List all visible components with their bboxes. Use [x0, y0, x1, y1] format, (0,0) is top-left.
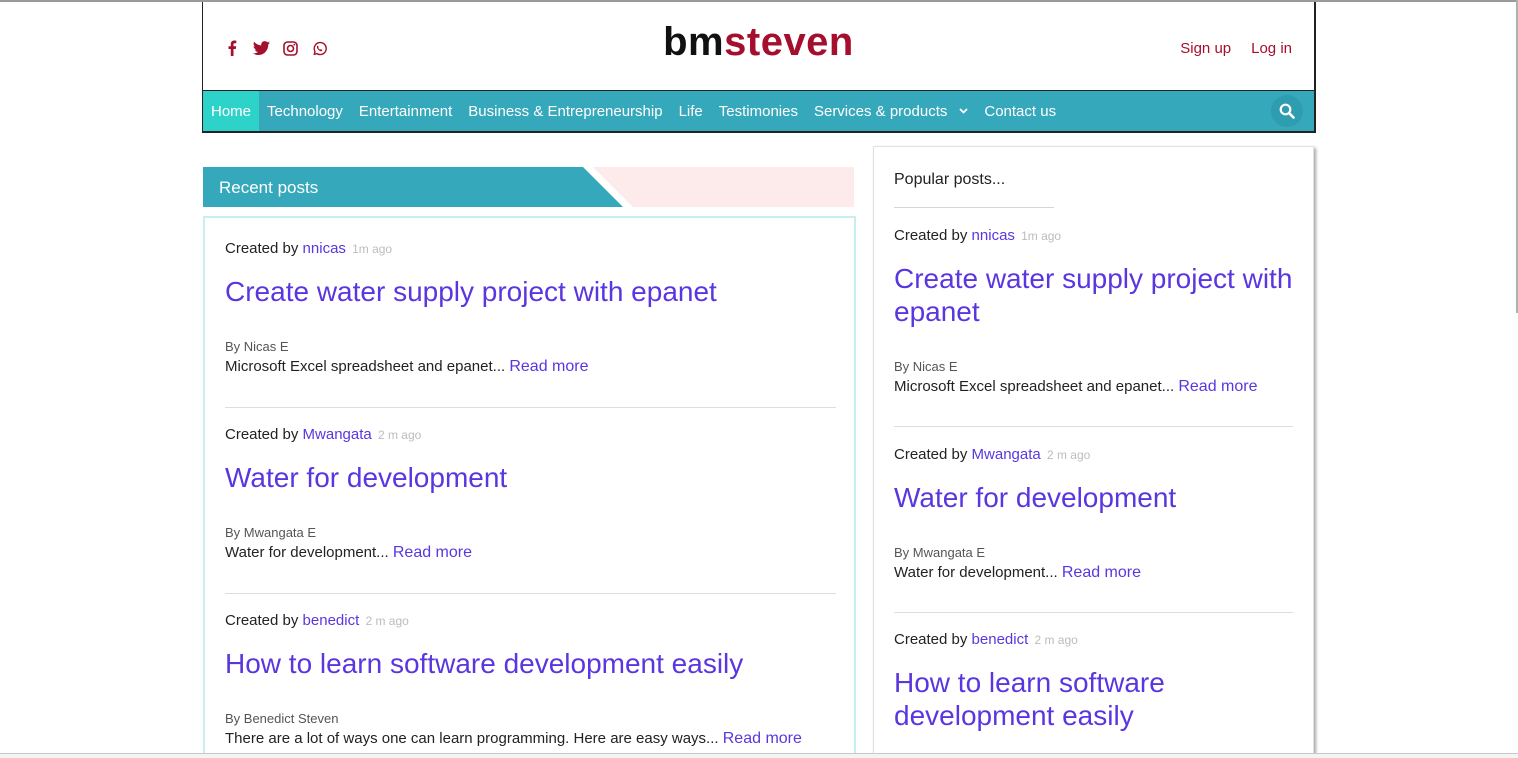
nav-business[interactable]: Business & Entrepreneurship [460, 91, 670, 131]
post-excerpt: Water for development... Read more [894, 564, 1293, 582]
recent-posts-title: Recent posts [219, 178, 319, 197]
post-byline: By Mwangata E [894, 545, 986, 560]
read-more-link[interactable]: Read more [393, 544, 472, 561]
signup-link[interactable]: Sign up [1180, 40, 1231, 57]
post-excerpt-text: Water for development... [225, 544, 389, 561]
author-link[interactable]: nnicas [303, 240, 346, 257]
post-byline: By Nicas E [894, 359, 958, 374]
post-meta: Created by Mwangata 2 m ago [225, 426, 836, 443]
login-link[interactable]: Log in [1251, 40, 1292, 57]
created-by-label: Created by [225, 612, 299, 629]
nav-testimonies[interactable]: Testimonies [711, 91, 806, 131]
recent-posts-header: Recent posts [203, 167, 854, 207]
post-divider [225, 593, 836, 594]
search-icon [1279, 103, 1295, 119]
main-navbar: Home Technology Entertainment Business &… [202, 90, 1316, 133]
nav-services-label: Services & products [813, 102, 948, 120]
author-link[interactable]: benedict [303, 612, 360, 629]
author-link[interactable]: Mwangata [303, 426, 372, 443]
auth-links: Sign up Log in [1180, 40, 1292, 57]
read-more-link[interactable]: Read more [509, 358, 588, 375]
post-time: 2 m ago [1034, 633, 1078, 647]
post-byline: By Benedict Steven [225, 711, 339, 726]
post-excerpt-text: Microsoft Excel spreadsheet and epanet..… [225, 358, 506, 375]
post-title-link[interactable]: Water for development [894, 481, 1293, 514]
read-more-link[interactable]: Read more [1062, 564, 1141, 581]
post-time: 1m ago [352, 242, 393, 256]
created-by-label: Created by [225, 240, 299, 257]
nav-contact[interactable]: Contact us [976, 91, 1064, 131]
popular-post-1: Created by nnicas 1m ago Create water su… [894, 227, 1293, 396]
author-link[interactable]: benedict [972, 631, 1029, 648]
post-meta: Created by nnicas 1m ago [225, 240, 836, 257]
below-viewport-area [0, 754, 1518, 758]
popular-title-underline [894, 207, 1054, 208]
post-byline: By Mwangata E [225, 525, 317, 540]
logo-part-bm: bm [663, 20, 725, 64]
recent-post-2: Created by Mwangata 2 m ago Water for de… [225, 426, 836, 562]
site-container: bmsteven Sign up Log in Home Technology … [202, 2, 1316, 133]
post-title-link[interactable]: Water for development [225, 461, 836, 494]
author-link[interactable]: nnicas [972, 227, 1015, 244]
post-title-link[interactable]: How to learn software development easily [894, 666, 1293, 732]
post-time: 2 m ago [365, 614, 409, 628]
read-more-link[interactable]: Read more [723, 730, 802, 747]
post-divider [894, 612, 1293, 613]
recent-post-1: Created by nnicas 1m ago Create water su… [225, 240, 836, 376]
post-meta: Created by nnicas 1m ago [894, 227, 1293, 244]
nav-technology[interactable]: Technology [259, 91, 351, 131]
popular-posts-title: Popular posts... [894, 171, 1006, 188]
search-button[interactable] [1271, 95, 1303, 127]
site-header: bmsteven Sign up Log in [202, 2, 1316, 90]
post-time: 1m ago [1021, 229, 1062, 243]
chevron-down-icon [959, 108, 968, 114]
site-logo[interactable]: bmsteven [203, 20, 1314, 65]
created-by-label: Created by [225, 426, 299, 443]
popular-posts-panel: Popular posts... Created by nnicas 1m ag… [873, 146, 1314, 758]
nav-services-dropdown[interactable]: Services & products [806, 91, 976, 131]
popular-post-3: Created by benedict 2 m ago How to learn… [894, 631, 1293, 732]
logo-part-steven: steven [724, 20, 854, 64]
post-title-link[interactable]: How to learn software development easily [225, 647, 836, 680]
post-meta: Created by Mwangata 2 m ago [894, 446, 1293, 463]
post-excerpt-text: Microsoft Excel spreadsheet and epanet..… [894, 378, 1175, 395]
popular-post-2: Created by Mwangata 2 m ago Water for de… [894, 446, 1293, 582]
post-time: 2 m ago [1046, 448, 1091, 462]
created-by-label: Created by [894, 227, 968, 244]
post-excerpt: Water for development... Read more [225, 544, 836, 562]
post-excerpt: Microsoft Excel spreadsheet and epanet..… [225, 358, 836, 376]
post-title-link[interactable]: Create water supply project with epanet [225, 275, 836, 308]
recent-post-3: Created by benedict 2 m ago How to learn… [225, 612, 836, 748]
read-more-link[interactable]: Read more [1178, 378, 1257, 395]
post-divider [225, 407, 836, 408]
author-link[interactable]: Mwangata [972, 446, 1041, 463]
post-excerpt: There are a lot of ways one can learn pr… [225, 730, 836, 748]
created-by-label: Created by [894, 631, 968, 648]
nav-entertainment[interactable]: Entertainment [351, 91, 460, 131]
post-excerpt-text: There are a lot of ways one can learn pr… [225, 730, 719, 747]
viewport-bottom-edge [0, 753, 1518, 754]
recent-header-pink-accent [593, 167, 854, 207]
post-meta: Created by benedict 2 m ago [894, 631, 1293, 648]
nav-home[interactable]: Home [203, 91, 260, 131]
recent-posts-panel: Created by nnicas 1m ago Create water su… [203, 216, 856, 758]
post-divider [894, 426, 1293, 427]
post-meta: Created by benedict 2 m ago [225, 612, 836, 629]
nav-life[interactable]: Life [671, 91, 711, 131]
post-title-link[interactable]: Create water supply project with epanet [894, 262, 1293, 328]
post-time: 2 m ago [377, 428, 422, 442]
created-by-label: Created by [894, 446, 968, 463]
post-excerpt-text: Water for development... [894, 564, 1058, 581]
post-excerpt: Microsoft Excel spreadsheet and epanet..… [894, 378, 1293, 396]
post-byline: By Nicas E [225, 339, 289, 354]
